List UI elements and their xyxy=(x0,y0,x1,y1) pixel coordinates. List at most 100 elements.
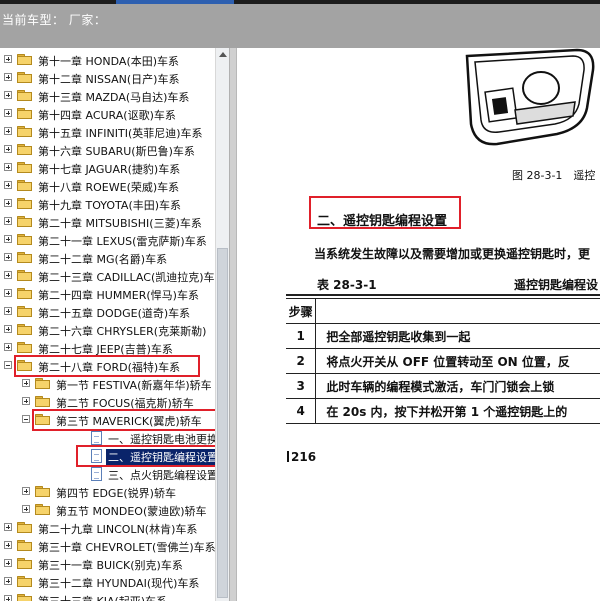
folder-icon xyxy=(17,198,32,209)
folder-body xyxy=(35,506,50,515)
folder-icon xyxy=(17,270,32,281)
folder-body xyxy=(35,398,50,407)
folder-body xyxy=(17,200,32,209)
expand-plus-icon[interactable] xyxy=(22,397,30,405)
tree-item-label: 第五节 MONDEO(蒙迪欧)轿车 xyxy=(56,505,207,518)
tree-item-label: 第二十八章 FORD(福特)车系 xyxy=(38,361,181,374)
tree-item-label: 第二十五章 DODGE(道奇)车系 xyxy=(38,307,191,320)
folder-icon xyxy=(17,126,32,137)
tree-item-label: 第三十一章 BUICK(别克)车系 xyxy=(38,559,183,572)
expand-plus-icon[interactable] xyxy=(4,109,12,117)
chapter-tree[interactable]: 第十一章 HONDA(本田)车系 第十二章 NISSAN(日产)车系 第十三章 MA… xyxy=(0,48,229,601)
tree-item-label: 第十一章 HONDA(本田)车系 xyxy=(38,55,180,68)
folder-icon xyxy=(35,504,50,515)
tree-scrollbar[interactable] xyxy=(215,48,229,601)
tree-item-label: 第十六章 SUBARU(斯巴鲁)车系 xyxy=(38,145,195,158)
folder-icon xyxy=(17,72,32,83)
expand-plus-icon[interactable] xyxy=(4,325,12,333)
tree-item-label: 第二十九章 LINCOLN(林肯)车系 xyxy=(38,523,198,536)
tree-item-label: 第三十章 CHEVROLET(雪佛兰)车系 xyxy=(38,541,216,554)
folder-body xyxy=(17,272,32,281)
document-page: 图 28-3-1 遥控 二、遥控钥匙编程设置 当系统发生故障以及需要增加或更换遥… xyxy=(237,48,600,601)
expand-plus-icon[interactable] xyxy=(4,343,12,351)
table-row: 3 此时车辆的编程模式激活，车门门锁会上锁 xyxy=(286,373,600,399)
step-number: 2 xyxy=(286,348,317,374)
folder-body xyxy=(17,146,32,155)
tree-item-label: 第二节 FOCUS(福克斯)轿车 xyxy=(56,397,194,410)
folder-body xyxy=(17,290,32,299)
folder-body xyxy=(17,254,32,263)
expand-plus-icon[interactable] xyxy=(4,181,12,189)
tree-item-label: 第十三章 MAZDA(马自达)车系 xyxy=(38,91,190,104)
expand-plus-icon[interactable] xyxy=(4,253,12,261)
folder-icon xyxy=(17,234,32,245)
expand-plus-icon[interactable] xyxy=(4,235,12,243)
tree-item-label: 第二十六章 CHRYSLER(克莱斯勒) xyxy=(38,325,207,338)
expand-plus-icon[interactable] xyxy=(4,307,12,315)
expand-plus-icon[interactable] xyxy=(22,505,30,513)
tree-item-label: 第三十二章 HYUNDAI(现代)车系 xyxy=(38,577,200,590)
folder-icon xyxy=(17,90,32,101)
expand-plus-icon[interactable] xyxy=(4,271,12,279)
current-model-label: 当前车型： 厂家： xyxy=(2,13,107,27)
folder-icon xyxy=(17,576,32,587)
expand-plus-icon[interactable] xyxy=(4,559,12,567)
tree-item-label: 第十八章 ROEWE(荣威)车系 xyxy=(38,181,180,194)
table-row: 4在 20s 内，按下并松开第 1 个遥控钥匙上的 xyxy=(286,398,600,424)
folder-icon xyxy=(17,162,32,173)
collapse-minus-icon[interactable] xyxy=(22,415,30,423)
folder-body xyxy=(17,218,32,227)
folder-icon xyxy=(17,108,32,119)
tree-item-label: 第十五章 INFINITI(英菲尼迪)车系 xyxy=(38,127,203,140)
figure-caption: 图 28-3-1 遥控 xyxy=(512,169,596,182)
folder-icon xyxy=(17,252,32,263)
scroll-up-icon[interactable] xyxy=(219,52,227,57)
expand-plus-icon[interactable] xyxy=(4,163,12,171)
folder-body xyxy=(35,488,50,497)
tree-item-label: 三、点火钥匙编程设置 xyxy=(108,469,218,482)
expand-plus-icon[interactable] xyxy=(4,217,12,225)
folder-body xyxy=(35,416,50,425)
expand-plus-icon[interactable] xyxy=(4,595,12,601)
expand-plus-icon[interactable] xyxy=(4,145,12,153)
scroll-thumb[interactable] xyxy=(217,248,228,598)
expand-plus-icon[interactable] xyxy=(4,73,12,81)
expand-plus-icon[interactable] xyxy=(4,55,12,63)
expand-plus-icon[interactable] xyxy=(22,487,30,495)
step-description: 将点火开关从 OFF 位置转动至 ON 位置，反 xyxy=(315,348,600,374)
folder-body xyxy=(17,362,32,371)
folder-body xyxy=(17,542,32,551)
tree-item-label: 第十四章 ACURA(讴歌)车系 xyxy=(38,109,176,122)
description-column-header xyxy=(315,298,600,324)
collapse-minus-icon[interactable] xyxy=(4,361,12,369)
expand-plus-icon[interactable] xyxy=(4,541,12,549)
folder-icon xyxy=(35,486,50,497)
folder-icon xyxy=(17,306,32,317)
folder-body xyxy=(17,74,32,83)
expand-plus-icon[interactable] xyxy=(4,577,12,585)
folder-icon xyxy=(17,144,32,155)
expand-plus-icon[interactable] xyxy=(4,91,12,99)
current-model-bar: 当前车型： 厂家： xyxy=(0,4,600,48)
expand-plus-icon[interactable] xyxy=(4,127,12,135)
expand-plus-icon[interactable] xyxy=(22,379,30,387)
folder-body xyxy=(17,344,32,353)
folder-body xyxy=(17,236,32,245)
tree-item-label: 第二十四章 HUMMER(悍马)车系 xyxy=(38,289,199,302)
document-icon xyxy=(91,449,102,463)
folder-icon xyxy=(17,594,32,601)
folder-body xyxy=(17,128,32,137)
folder-body xyxy=(17,578,32,587)
folder-icon xyxy=(17,558,32,569)
folder-icon xyxy=(17,216,32,227)
pane-splitter[interactable] xyxy=(229,48,237,601)
step-description: 把全部遥控钥匙收集到一起 xyxy=(315,323,600,349)
folder-icon xyxy=(17,342,32,353)
expand-plus-icon[interactable] xyxy=(4,199,12,207)
expand-plus-icon[interactable] xyxy=(4,523,12,531)
tree-item-label: 二、遥控钥匙编程设置 xyxy=(106,449,220,465)
expand-plus-icon[interactable] xyxy=(4,289,12,297)
folder-icon xyxy=(17,54,32,65)
folder-body xyxy=(17,524,32,533)
table-title: 遥控钥匙编程设 xyxy=(514,278,599,292)
